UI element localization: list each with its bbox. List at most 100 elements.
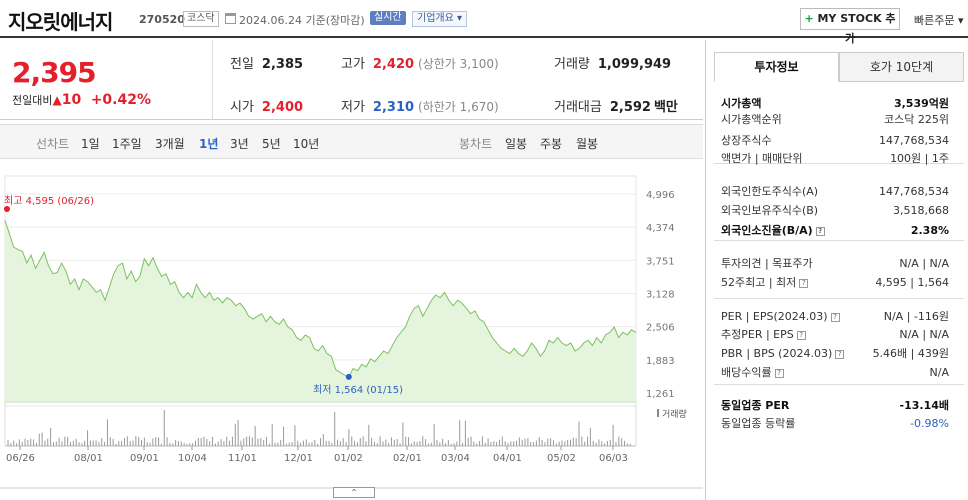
period-1w[interactable]: 1주일 [112,135,142,152]
x-tick-label: 10/04 [178,453,207,464]
info-value: 4,595 | 1,564 [875,276,949,289]
info-row: 추정PER | EPS? N/A | N/A [721,327,949,343]
y-tick-label: 2,506 [646,323,675,334]
info-value: 5.46배 | 439원 [872,347,949,360]
x-tick-label: 08/01 [74,453,103,464]
quick-order-dropdown[interactable]: 빠른주문 ▾ [914,12,964,28]
low-marker [345,373,352,380]
info-row: PBR | BPS (2024.03)? 5.46배 | 439원 [721,346,949,362]
x-tick-label: 04/01 [493,453,522,464]
info-label: 52주최고 | 최저? [721,275,809,291]
info-row: 배당수익률? N/A [721,365,949,381]
period-3m[interactable]: 3개월 [155,135,185,152]
add-mystock-button[interactable]: + MY STOCK 추가 [800,8,900,45]
volume-legend-label: 거래량 [662,408,687,420]
info-label: PBR | BPS (2024.03)? [721,346,845,362]
plus-icon: + [804,12,814,25]
change-label: 전일대비 [12,94,53,107]
info-row: 시가총액순위 코스닥 225위 [721,112,949,128]
info-label: 상장주식수 [721,134,772,147]
realtime-button[interactable]: 실시간 [370,11,406,25]
stock-code: 270520 [139,13,185,26]
section-divider [714,298,964,299]
info-row: 외국인보유주식수(B) 3,518,668 [721,203,949,219]
help-icon[interactable]: ? [815,226,825,236]
market-badge: 코스닥 [183,11,219,27]
tab-invest-info[interactable]: 투자정보 [714,52,839,82]
info-label: 외국인보유주식수(B) [721,204,819,217]
x-tick-label: 06/26 [6,453,35,464]
help-icon[interactable]: ? [774,368,784,378]
candle-chart-label: 봉차트 [459,137,493,151]
base-date: 2024.06.24 기준(장마감) [239,14,365,27]
info-tabs: 투자정보 호가 10단계 [714,52,964,82]
info-value: 100원 | 1주 [890,152,949,165]
candle-weekly[interactable]: 주봉 [540,135,562,152]
info-row: 52주최고 | 최저? 4,595 | 1,564 [721,275,949,291]
period-3y[interactable]: 3년 [230,135,249,152]
open-price: 시가 2,400 [230,100,304,115]
info-label: 액면가 | 매매단위 [721,152,803,165]
period-5y[interactable]: 5년 [262,135,281,152]
chart-period-bar: 선차트 1일 1주일 3개월 1년 3년 5년 10년 봉차트 일봉 주봉 월봉 [0,124,703,159]
company-name: 지오릿에너지 [8,10,113,34]
section-divider [714,240,964,241]
info-row: 외국인소진율(B/A)? 2.38% [721,223,949,239]
y-tick-label: 1,261 [646,389,675,400]
info-row: 투자의견 | 목표주가 N/A | N/A [721,256,949,272]
info-label: 시가총액순위 [721,113,782,126]
info-value: N/A | -116원 [883,310,949,323]
period-1d[interactable]: 1일 [81,135,100,152]
info-value: N/A | N/A [899,328,949,341]
candle-monthly[interactable]: 월봉 [576,135,598,152]
company-info-dropdown[interactable]: 기업개요 ▾ [412,11,467,27]
info-row: 동일업종 PER -13.14배 [721,398,949,414]
y-tick-label: 3,751 [646,256,675,267]
up-triangle-icon: ▲ [52,93,62,107]
price-summary: 2,395 전일대비▲10 +0.42% 전일 2,385 고가 2,420 (상한가… [0,40,703,120]
x-tick-label: 05/02 [547,453,576,464]
help-icon[interactable]: ? [835,349,845,359]
candle-daily[interactable]: 일봉 [505,135,527,152]
y-tick-label: 4,374 [646,223,675,234]
high-label: 최고 4,595 (06/26) [4,195,94,207]
period-10y[interactable]: 10년 [293,135,319,152]
help-icon[interactable]: ? [796,330,806,340]
info-value: -13.14배 [899,399,949,412]
info-label: 추정PER | EPS? [721,327,806,343]
info-label: 외국인소진율(B/A)? [721,223,825,239]
x-tick-label: 12/01 [284,453,313,464]
help-icon[interactable]: ? [830,312,840,322]
info-row: 동일업종 등락률 -0.98% [721,416,949,432]
x-tick-label: 09/01 [130,453,159,464]
info-label: 투자의견 | 목표주가 [721,257,813,270]
info-value: N/A [929,366,949,379]
x-tick-label: 03/04 [441,453,470,464]
current-price: 2,395 [12,56,97,89]
tab-orderbook[interactable]: 호가 10단계 [839,52,964,82]
info-value: 2.38% [910,224,949,237]
high-price: 고가 2,420 (상한가 3,100) [341,57,499,72]
change-percent: +0.42% [90,92,152,108]
price-chart[interactable]: 4,996 4,374 3,751 3,128 2,506 1,883 1,261 최고 4,… [0,162,703,500]
stock-header: 지오릿에너지 270520 코스닥 2024.06.24 기준(장마감) 실시간… [0,0,968,45]
info-row: 외국인한도주식수(A) 147,768,534 [721,184,949,200]
info-label: 동일업종 PER [721,399,790,412]
x-tick-label: 01/02 [334,453,363,464]
info-label: PER | EPS(2024.03)? [721,309,840,325]
calendar-icon [225,13,236,24]
info-value: 147,768,534 [879,185,949,198]
price-area [5,220,636,403]
x-tick-label: 06/03 [599,453,628,464]
volume-legend-swatch [657,409,659,417]
help-icon[interactable]: ? [799,278,809,288]
info-value: N/A | N/A [899,257,949,270]
period-1y[interactable]: 1년 [199,135,218,152]
info-row: 액면가 | 매매단위 100원 | 1주 [721,151,949,167]
volume: 거래량 1,099,949 [554,57,672,72]
info-value: 147,768,534 [879,134,949,147]
y-tick-label: 4,996 [646,190,675,201]
info-label: 시가총액 [721,97,762,110]
chart-scroll-handle[interactable]: ⌃ [333,487,375,498]
info-row: 상장주식수 147,768,534 [721,133,949,149]
